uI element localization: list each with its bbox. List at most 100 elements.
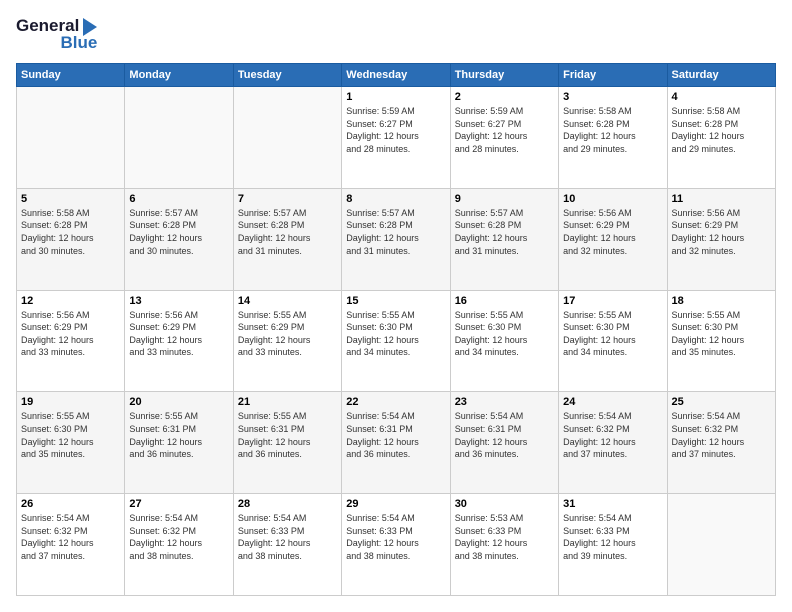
- week-row-4: 19 Sunrise: 5:55 AM Sunset: 6:30 PM Dayli…: [17, 392, 776, 494]
- day-number: 27: [129, 498, 228, 510]
- day-info: Sunrise: 5:54 AM Sunset: 6:32 PM Dayligh…: [129, 512, 228, 562]
- calendar-cell: 31 Sunrise: 5:54 AM Sunset: 6:33 PM Dayli…: [559, 494, 667, 596]
- calendar-cell: 14 Sunrise: 5:55 AM Sunset: 6:29 PM Dayli…: [233, 290, 341, 392]
- day-number: 8: [346, 193, 445, 205]
- calendar-cell: 1Sunrise: 5:59 AM Sunset: 6:27 PM Daylig…: [342, 87, 450, 189]
- day-number: 14: [238, 295, 337, 307]
- day-info: Sunrise: 5:54 AM Sunset: 6:31 PM Dayligh…: [346, 410, 445, 460]
- day-info: Sunrise: 5:55 AM Sunset: 6:30 PM Dayligh…: [21, 410, 120, 460]
- header: General Blue: [16, 16, 776, 53]
- week-row-2: 5 Sunrise: 5:58 AM Sunset: 6:28 PM Daylig…: [17, 188, 776, 290]
- day-info: Sunrise: 5:55 AM Sunset: 6:29 PM Dayligh…: [238, 309, 337, 359]
- calendar-cell: 3 Sunrise: 5:58 AM Sunset: 6:28 PM Daylig…: [559, 87, 667, 189]
- calendar-cell: 22 Sunrise: 5:54 AM Sunset: 6:31 PM Dayli…: [342, 392, 450, 494]
- calendar-cell: 26Sunrise: 5:54 AM Sunset: 6:32 PM Dayli…: [17, 494, 125, 596]
- day-number: 15: [346, 295, 445, 307]
- day-number: 13: [129, 295, 228, 307]
- day-info: Sunrise: 5:59 AM Sunset: 6:27 PM Dayligh…: [455, 105, 554, 155]
- calendar-cell: [125, 87, 233, 189]
- day-info: Sunrise: 5:55 AM Sunset: 6:30 PM Dayligh…: [346, 309, 445, 359]
- day-number: 20: [129, 396, 228, 408]
- calendar-cell: 5 Sunrise: 5:58 AM Sunset: 6:28 PM Daylig…: [17, 188, 125, 290]
- day-number: 26: [21, 498, 120, 510]
- day-info: Sunrise: 5:55 AM Sunset: 6:30 PM Dayligh…: [563, 309, 662, 359]
- calendar-cell: 13 Sunrise: 5:56 AM Sunset: 6:29 PM Dayli…: [125, 290, 233, 392]
- day-info: Sunrise: 5:55 AM Sunset: 6:30 PM Dayligh…: [672, 309, 771, 359]
- day-number: 1: [346, 91, 445, 103]
- day-info: Sunrise: 5:54 AM Sunset: 6:32 PM Dayligh…: [672, 410, 771, 460]
- day-info: Sunrise: 5:54 AM Sunset: 6:33 PM Dayligh…: [563, 512, 662, 562]
- week-row-3: 12 Sunrise: 5:56 AM Sunset: 6:29 PM Dayli…: [17, 290, 776, 392]
- day-info: Sunrise: 5:54 AM Sunset: 6:33 PM Dayligh…: [346, 512, 445, 562]
- day-info: Sunrise: 5:58 AM Sunset: 6:28 PM Dayligh…: [21, 207, 120, 257]
- week-row-5: 26 Sunrise: 5:54 AM Sunset: 6:32 PM Dayli…: [17, 494, 776, 596]
- day-info: Sunrise: 5:57 AM Sunset: 6:28 PM Dayligh…: [455, 207, 554, 257]
- day-info: Sunrise: 5:58 AM Sunset: 6:28 PM Dayligh…: [563, 105, 662, 155]
- weekday-header-tuesday: Tuesday: [233, 64, 341, 87]
- day-number: 4: [672, 91, 771, 103]
- day-number: 30: [455, 498, 554, 510]
- weekday-header-thursday: Thursday: [450, 64, 558, 87]
- day-number: 24: [563, 396, 662, 408]
- day-info: Sunrise: 5:56 AM Sunset: 6:29 PM Dayligh…: [672, 207, 771, 257]
- day-info: Sunrise: 5:55 AM Sunset: 6:31 PM Dayligh…: [129, 410, 228, 460]
- calendar-cell: 7 Sunrise: 5:57 AM Sunset: 6:28 PM Daylig…: [233, 188, 341, 290]
- day-info: Sunrise: 5:55 AM Sunset: 6:30 PM Dayligh…: [455, 309, 554, 359]
- page: General Blue SundayMondayTuesdayWednesda…: [0, 0, 792, 612]
- calendar-cell: 25 Sunrise: 5:54 AM Sunset: 6:32 PM Dayli…: [667, 392, 775, 494]
- day-info: Sunrise: 5:58 AM Sunset: 6:28 PM Dayligh…: [672, 105, 771, 155]
- calendar-cell: 27 Sunrise: 5:54 AM Sunset: 6:32 PM Dayli…: [125, 494, 233, 596]
- calendar-cell: 2 Sunrise: 5:59 AM Sunset: 6:27 PM Daylig…: [450, 87, 558, 189]
- day-info: Sunrise: 5:57 AM Sunset: 6:28 PM Dayligh…: [346, 207, 445, 257]
- day-info: Sunrise: 5:53 AM Sunset: 6:33 PM Dayligh…: [455, 512, 554, 562]
- weekday-header-wednesday: Wednesday: [342, 64, 450, 87]
- calendar-cell: 9Sunrise: 5:57 AM Sunset: 6:28 PM Daylig…: [450, 188, 558, 290]
- day-info: Sunrise: 5:56 AM Sunset: 6:29 PM Dayligh…: [563, 207, 662, 257]
- day-number: 16: [455, 295, 554, 307]
- weekday-header-sunday: Sunday: [17, 64, 125, 87]
- day-info: Sunrise: 5:54 AM Sunset: 6:32 PM Dayligh…: [563, 410, 662, 460]
- weekday-header-monday: Monday: [125, 64, 233, 87]
- day-number: 23: [455, 396, 554, 408]
- logo-blue: Blue: [60, 33, 97, 53]
- day-info: Sunrise: 5:56 AM Sunset: 6:29 PM Dayligh…: [21, 309, 120, 359]
- day-number: 19: [21, 396, 120, 408]
- day-number: 22: [346, 396, 445, 408]
- day-number: 2: [455, 91, 554, 103]
- weekday-header-row: SundayMondayTuesdayWednesdayThursdayFrid…: [17, 64, 776, 87]
- calendar-cell: [233, 87, 341, 189]
- day-number: 18: [672, 295, 771, 307]
- calendar-cell: 24 Sunrise: 5:54 AM Sunset: 6:32 PM Dayli…: [559, 392, 667, 494]
- day-number: 5: [21, 193, 120, 205]
- calendar-cell: 17Sunrise: 5:55 AM Sunset: 6:30 PM Dayli…: [559, 290, 667, 392]
- day-info: Sunrise: 5:54 AM Sunset: 6:31 PM Dayligh…: [455, 410, 554, 460]
- day-number: 7: [238, 193, 337, 205]
- day-number: 25: [672, 396, 771, 408]
- weekday-header-saturday: Saturday: [667, 64, 775, 87]
- day-info: Sunrise: 5:54 AM Sunset: 6:33 PM Dayligh…: [238, 512, 337, 562]
- calendar-cell: 8 Sunrise: 5:57 AM Sunset: 6:28 PM Daylig…: [342, 188, 450, 290]
- day-number: 11: [672, 193, 771, 205]
- week-row-1: 1 Sunrise: 5:59 AM Sunset: 6:27 PM Daylig…: [17, 87, 776, 189]
- calendar-cell: 29 Sunrise: 5:54 AM Sunset: 6:33 PM Dayli…: [342, 494, 450, 596]
- day-number: 29: [346, 498, 445, 510]
- day-number: 31: [563, 498, 662, 510]
- day-number: 12: [21, 295, 120, 307]
- calendar-cell: 21Sunrise: 5:55 AM Sunset: 6:31 PM Dayli…: [233, 392, 341, 494]
- calendar-cell: 6Sunrise: 5:57 AM Sunset: 6:28 PM Daylig…: [125, 188, 233, 290]
- calendar-cell: 16 Sunrise: 5:55 AM Sunset: 6:30 PM Dayli…: [450, 290, 558, 392]
- calendar-cell: 28Sunrise: 5:54 AM Sunset: 6:33 PM Dayli…: [233, 494, 341, 596]
- calendar-cell: 10Sunrise: 5:56 AM Sunset: 6:29 PM Dayli…: [559, 188, 667, 290]
- calendar-cell: 30 Sunrise: 5:53 AM Sunset: 6:33 PM Dayli…: [450, 494, 558, 596]
- calendar-table: SundayMondayTuesdayWednesdayThursdayFrid…: [16, 63, 776, 596]
- logo: General Blue: [16, 16, 97, 53]
- calendar-cell: 23 Sunrise: 5:54 AM Sunset: 6:31 PM Dayli…: [450, 392, 558, 494]
- day-info: Sunrise: 5:56 AM Sunset: 6:29 PM Dayligh…: [129, 309, 228, 359]
- day-number: 3: [563, 91, 662, 103]
- calendar-cell: [667, 494, 775, 596]
- day-info: Sunrise: 5:55 AM Sunset: 6:31 PM Dayligh…: [238, 410, 337, 460]
- calendar-cell: 15 Sunrise: 5:55 AM Sunset: 6:30 PM Dayli…: [342, 290, 450, 392]
- day-info: Sunrise: 5:57 AM Sunset: 6:28 PM Dayligh…: [238, 207, 337, 257]
- calendar-cell: 18 Sunrise: 5:55 AM Sunset: 6:30 PM Dayli…: [667, 290, 775, 392]
- calendar-cell: 19 Sunrise: 5:55 AM Sunset: 6:30 PM Dayli…: [17, 392, 125, 494]
